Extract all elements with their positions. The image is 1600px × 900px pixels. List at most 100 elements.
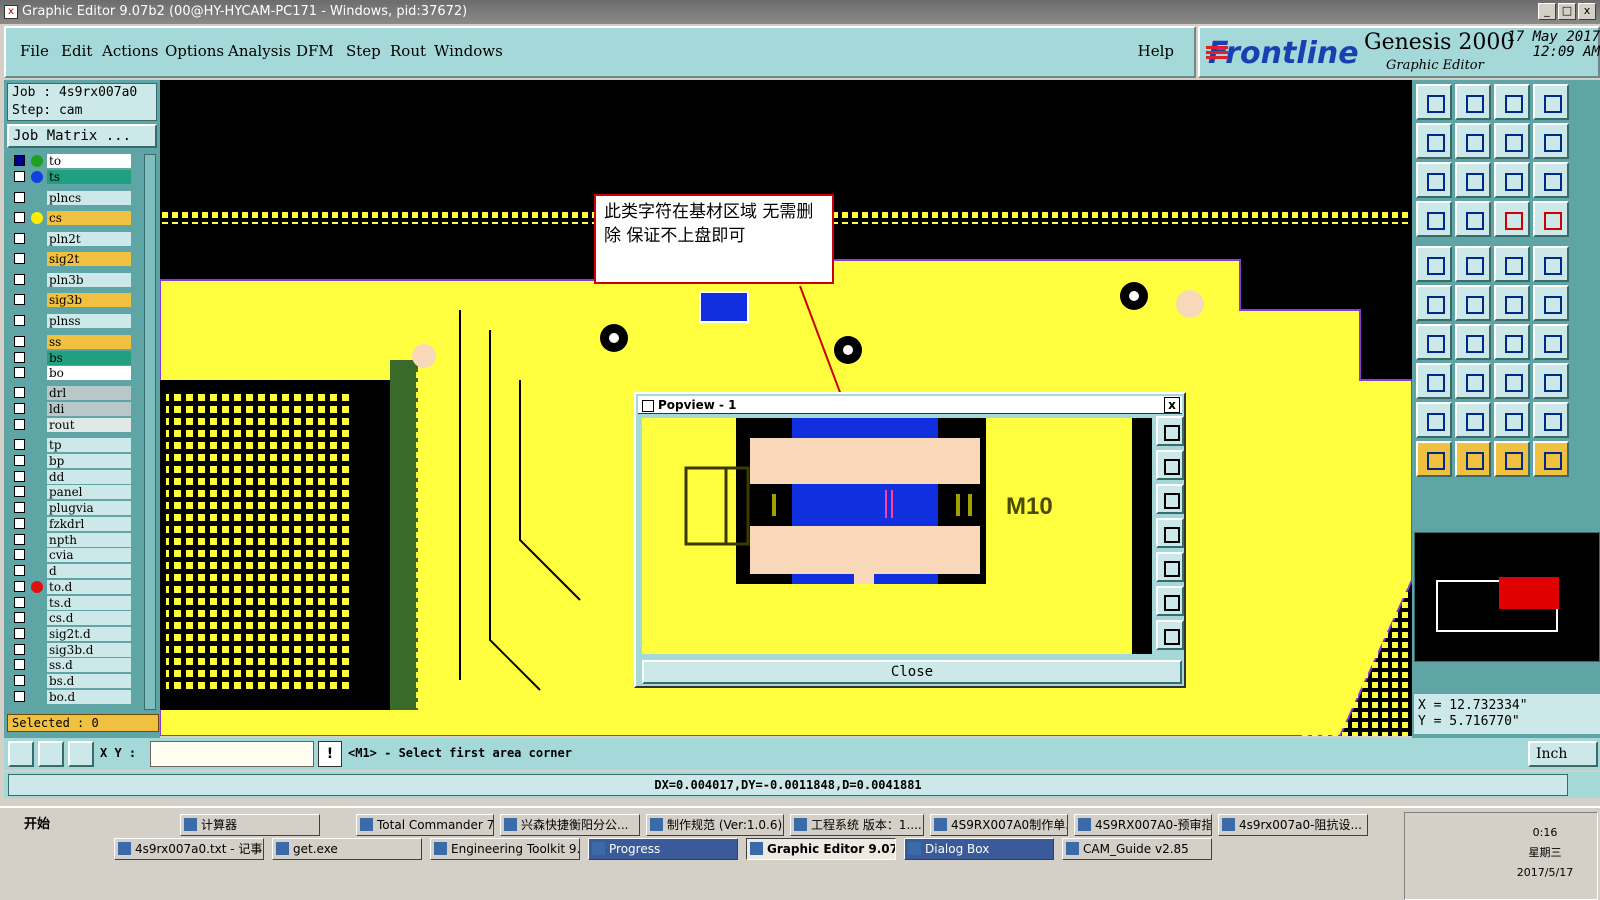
layer-row-rout[interactable]: rout xyxy=(11,418,143,432)
triangle2-icon[interactable] xyxy=(1455,402,1491,438)
taskbar-button[interactable]: 4s9rx007a0-阻抗设... xyxy=(1218,814,1368,836)
layer-row-ts[interactable]: ts xyxy=(11,170,143,184)
layer-row-npth[interactable]: npth xyxy=(11,533,143,547)
layer-row-dd[interactable]: dd xyxy=(11,470,143,484)
layer-name[interactable]: ldi xyxy=(47,402,131,416)
layer-row-bs-d[interactable]: bs.d xyxy=(11,674,143,688)
layer-name[interactable]: npth xyxy=(47,533,131,547)
draw-arc-icon[interactable] xyxy=(1455,324,1491,360)
close-button[interactable]: x xyxy=(1578,3,1596,20)
resize-icon[interactable] xyxy=(1494,363,1530,399)
mirror-icon[interactable] xyxy=(1494,123,1530,159)
job-matrix-button[interactable]: Job Matrix ... xyxy=(7,124,157,148)
units-selector[interactable]: Inch xyxy=(1528,741,1598,767)
layer-checkbox[interactable] xyxy=(14,171,25,182)
layer-checkbox[interactable] xyxy=(14,675,25,686)
fit-icon[interactable] xyxy=(1416,162,1452,198)
connect-icon[interactable] xyxy=(1416,285,1452,321)
taskbar-button[interactable]: Graphic Editor 9.07b2 ... xyxy=(746,838,896,860)
layer-checkbox[interactable] xyxy=(14,612,25,623)
flip-icon[interactable] xyxy=(1533,324,1569,360)
select3-icon[interactable] xyxy=(1494,441,1530,477)
zoom-fit-icon[interactable] xyxy=(1455,84,1491,120)
select2-icon[interactable] xyxy=(1455,441,1491,477)
measure-icon[interactable] xyxy=(1494,246,1530,282)
drc-icon[interactable] xyxy=(1455,246,1491,282)
pan-left-icon[interactable] xyxy=(1156,518,1184,548)
grid-icon[interactable] xyxy=(68,741,94,767)
menu-analysis[interactable]: Analysis xyxy=(228,42,291,60)
layer-name[interactable]: bo xyxy=(47,366,131,380)
select4-icon[interactable] xyxy=(1533,441,1569,477)
layer-name[interactable]: drl xyxy=(47,386,131,400)
layer-name[interactable]: plugvia xyxy=(47,501,131,515)
layer-checkbox[interactable] xyxy=(14,367,25,378)
layer-name[interactable]: bs.d xyxy=(47,674,131,688)
layer-row-drl[interactable]: drl xyxy=(11,386,143,400)
start-button[interactable]: 开始 xyxy=(2,814,62,836)
layer-row-cvia[interactable]: cvia xyxy=(11,548,143,562)
pan-left-icon[interactable] xyxy=(1416,123,1452,159)
popview-titlebar[interactable]: Popview - 1 x xyxy=(638,396,1182,414)
layer-row-bo[interactable]: bo xyxy=(11,366,143,380)
layer-checkbox[interactable] xyxy=(14,628,25,639)
ruler-icon[interactable] xyxy=(1416,201,1452,237)
pan-right-icon[interactable] xyxy=(1455,123,1491,159)
layer-row-fzkdrl[interactable]: fzkdrl xyxy=(11,517,143,531)
layer-name[interactable]: sig3b xyxy=(47,293,131,307)
layer-row-sig3b-d[interactable]: sig3b.d xyxy=(11,643,143,657)
null-icon[interactable] xyxy=(1533,246,1569,282)
triangle-icon[interactable] xyxy=(1416,402,1452,438)
zoom-home-icon[interactable] xyxy=(1156,416,1184,446)
menu-actions[interactable]: Actions xyxy=(102,42,158,60)
layer-row-pln3b[interactable]: pln3b xyxy=(11,273,143,287)
zoom-out-icon[interactable] xyxy=(1156,620,1184,650)
layer-name[interactable]: panel xyxy=(47,485,131,499)
layer-row-d[interactable]: d xyxy=(11,564,143,578)
pan-down-icon[interactable] xyxy=(1156,484,1184,514)
route-icon[interactable] xyxy=(1494,285,1530,321)
menu-edit[interactable]: Edit xyxy=(61,42,92,60)
layer-row-ss[interactable]: ss xyxy=(11,335,143,349)
layer-name[interactable]: ss xyxy=(47,335,131,349)
layer-row-plncs[interactable]: plncs xyxy=(11,191,143,205)
layer-checkbox[interactable] xyxy=(14,518,25,529)
taskbar-button[interactable]: 4s9rx007a0.txt - 记事本 xyxy=(114,838,264,860)
route2-icon[interactable] xyxy=(1533,285,1569,321)
cut-icon[interactable] xyxy=(1455,363,1491,399)
menu-step[interactable]: Step xyxy=(346,42,381,60)
layer-checkbox[interactable] xyxy=(14,659,25,670)
layer-row-to-d[interactable]: to.d xyxy=(11,580,143,594)
layer-checkbox[interactable] xyxy=(14,233,25,244)
taskbar-button[interactable]: 计算器 xyxy=(180,814,320,836)
layer-checkbox[interactable] xyxy=(14,486,25,497)
layer-name[interactable]: pln2t xyxy=(47,232,131,246)
feature-red-icon[interactable] xyxy=(1494,201,1530,237)
layer-checkbox[interactable] xyxy=(14,274,25,285)
layer-checkbox[interactable] xyxy=(14,403,25,414)
taskbar-button[interactable]: Progress xyxy=(588,838,738,860)
layer-checkbox[interactable] xyxy=(14,336,25,347)
layer-name[interactable]: rout xyxy=(47,418,131,432)
maximize-button[interactable]: □ xyxy=(1558,3,1576,20)
cross-icon[interactable] xyxy=(1455,285,1491,321)
layer-checkbox[interactable] xyxy=(14,549,25,560)
pan-up-icon[interactable] xyxy=(1156,450,1184,480)
draw-line-icon[interactable] xyxy=(1416,324,1452,360)
zoom-in-icon[interactable] xyxy=(1156,586,1184,616)
layer-checkbox[interactable] xyxy=(14,155,25,166)
layer-checkbox[interactable] xyxy=(14,691,25,702)
layer-checkbox[interactable] xyxy=(14,439,25,450)
layer-checkbox[interactable] xyxy=(14,387,25,398)
layer-row-pln2t[interactable]: pln2t xyxy=(11,232,143,246)
layer-name[interactable]: tp xyxy=(47,438,131,452)
taskbar-button[interactable]: 4S9RX007A0制作单.... xyxy=(930,814,1068,836)
layer-row-plugvia[interactable]: plugvia xyxy=(11,501,143,515)
layer-name[interactable]: plncs xyxy=(47,191,131,205)
help-icon[interactable] xyxy=(1533,162,1569,198)
zoom-home-icon[interactable] xyxy=(1416,84,1452,120)
layer-row-cs-d[interactable]: cs.d xyxy=(11,611,143,625)
menu-file[interactable]: File xyxy=(20,42,49,60)
window-titlebar[interactable]: x Graphic Editor 9.07b2 (00@HY-HYCAM-PC1… xyxy=(0,0,1600,24)
layer-name[interactable]: plnss xyxy=(47,314,131,328)
